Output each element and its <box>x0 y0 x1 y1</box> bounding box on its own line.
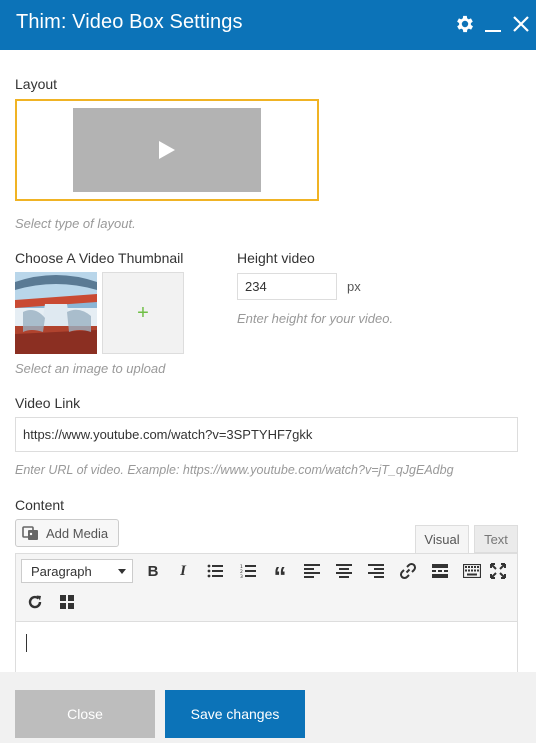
format-select-value: Paragraph <box>31 563 92 579</box>
layout-preview <box>73 108 261 192</box>
dialog-footer: Close Save changes <box>0 672 536 743</box>
height-input[interactable]: 234 <box>237 273 337 300</box>
window-title: Thim: Video Box Settings <box>16 11 243 33</box>
svg-text:3: 3 <box>240 574 243 578</box>
thumbnail-image[interactable] <box>15 272 97 354</box>
fullscreen-icon[interactable] <box>487 560 509 582</box>
height-help: Enter height for your video. <box>237 311 394 326</box>
settings-body: Layout Select type of layout. Choose A V… <box>0 50 536 672</box>
thumbnail-help: Select an image to upload <box>15 361 166 376</box>
editor-text-area[interactable] <box>16 622 517 672</box>
blockquote-icon[interactable]: “ <box>269 560 291 589</box>
refresh-icon[interactable] <box>24 591 46 613</box>
add-media-label: Add Media <box>46 525 109 541</box>
layout-help: Select type of layout. <box>15 216 136 231</box>
grid-icon[interactable] <box>56 591 78 613</box>
window-titlebar: Thim: Video Box Settings <box>0 0 536 50</box>
height-unit: px <box>347 279 361 294</box>
bold-icon[interactable]: B <box>142 560 164 582</box>
align-center-icon[interactable] <box>333 560 355 582</box>
link-icon[interactable] <box>397 560 419 582</box>
play-icon <box>159 141 175 159</box>
media-icon <box>22 525 40 541</box>
video-link-input[interactable]: https://www.youtube.com/watch?v=3SPTYHF7… <box>15 417 518 452</box>
content-label: Content <box>15 497 65 513</box>
tab-visual[interactable]: Visual <box>415 525 469 553</box>
keyboard-icon[interactable] <box>461 560 483 582</box>
read-more-icon[interactable] <box>429 560 451 582</box>
bullet-list-icon[interactable] <box>204 560 226 582</box>
save-changes-button[interactable]: Save changes <box>165 690 305 738</box>
add-thumbnail-button[interactable]: + <box>102 272 184 354</box>
close-icon[interactable] <box>508 11 534 37</box>
editor-toolbar: Paragraph B I 123 “ <box>16 554 517 622</box>
content-editor: Paragraph B I 123 “ <box>15 553 518 672</box>
close-button[interactable]: Close <box>15 690 155 738</box>
video-link-label: Video Link <box>15 395 81 411</box>
layout-option-video[interactable] <box>15 99 319 201</box>
align-right-icon[interactable] <box>365 560 387 582</box>
italic-icon[interactable]: I <box>172 560 194 582</box>
tab-text[interactable]: Text <box>474 525 518 553</box>
thumbnail-label: Choose A Video Thumbnail <box>15 250 184 266</box>
align-left-icon[interactable] <box>301 560 323 582</box>
format-select[interactable]: Paragraph <box>21 559 133 583</box>
gear-icon[interactable] <box>452 11 478 37</box>
chevron-down-icon <box>118 569 126 574</box>
layout-label: Layout <box>15 76 58 92</box>
height-label: Height video <box>237 250 315 266</box>
minimize-icon[interactable] <box>480 11 506 37</box>
plus-icon: + <box>137 301 149 324</box>
text-cursor <box>26 634 27 652</box>
numbered-list-icon[interactable]: 123 <box>237 560 259 582</box>
add-media-button[interactable]: Add Media <box>15 519 119 547</box>
video-link-help: Enter URL of video. Example: https://www… <box>15 463 454 477</box>
